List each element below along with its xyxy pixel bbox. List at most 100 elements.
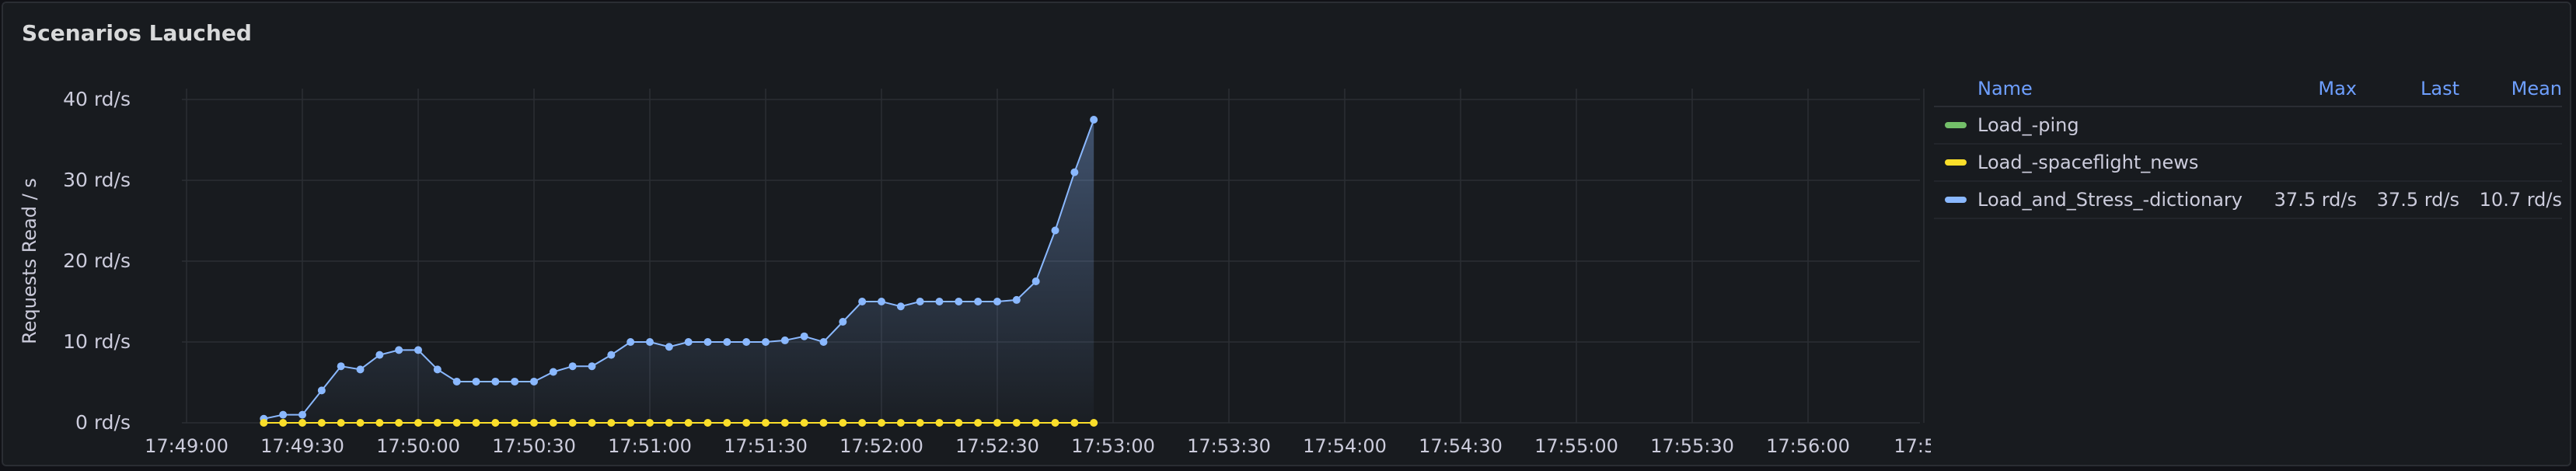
data-point — [684, 338, 693, 346]
series-color-swatch — [1945, 197, 1967, 203]
data-point — [646, 419, 654, 427]
data-point — [935, 298, 944, 305]
line-chart: 0 rd/s 10 rd/s 20 rd/s 30 rd/s 40 rd/s 17:49… — [19, 88, 1931, 457]
data-point — [800, 419, 808, 427]
data-point — [1051, 419, 1059, 427]
data-point — [395, 419, 403, 427]
data-point — [530, 377, 538, 386]
data-point — [607, 351, 616, 359]
x-tick-label: 17:56: — [1894, 435, 1931, 457]
x-tick-label: 17:50:00 — [376, 435, 460, 457]
data-point — [935, 419, 944, 427]
data-point — [452, 377, 461, 386]
data-point — [298, 419, 306, 427]
x-tick-label: 17:51:00 — [608, 435, 692, 457]
data-point — [742, 419, 751, 427]
data-point — [317, 419, 326, 427]
x-tick-label: 17:54:00 — [1303, 435, 1387, 457]
legend-max-value: 37.5 rd/s — [2274, 189, 2357, 211]
x-tick-label: 17:53:00 — [1071, 435, 1155, 457]
x-tick-label: 17:50:30 — [492, 435, 576, 457]
data-point — [684, 419, 693, 427]
data-point — [298, 410, 306, 419]
y-axis-ticks: 0 rd/s 10 rd/s 20 rd/s 30 rd/s 40 rd/s — [63, 88, 131, 434]
series-Load_and_Stress_-dictionary — [260, 116, 1098, 423]
data-point — [395, 346, 403, 354]
data-point — [993, 419, 1001, 427]
x-tick-label: 17:55:00 — [1534, 435, 1618, 457]
data-point — [491, 377, 500, 386]
data-point — [780, 419, 789, 427]
data-point — [549, 368, 557, 376]
data-point — [665, 343, 673, 351]
legend-row-spaceflight-news[interactable]: Load_-spaceflight_news — [1934, 145, 2562, 182]
legend-header-mean[interactable]: Mean — [2459, 78, 2562, 99]
y-tick-label: 30 rd/s — [63, 169, 131, 191]
data-point — [588, 419, 596, 427]
data-point — [375, 351, 384, 359]
y-tick-label: 0 rd/s — [75, 411, 131, 434]
data-point — [955, 298, 963, 305]
data-point — [742, 338, 751, 346]
legend-row-dictionary[interactable]: Load_and_Stress_-dictionary 37.5 rd/s 37… — [1934, 182, 2562, 219]
series-color-swatch — [1945, 122, 1967, 128]
data-point — [839, 419, 847, 427]
data-point — [916, 419, 924, 427]
data-point — [1090, 116, 1098, 124]
data-point — [896, 302, 905, 311]
data-point — [568, 362, 577, 371]
data-point — [762, 338, 770, 346]
data-point — [588, 362, 596, 371]
y-axis-label: Requests Read / s — [19, 178, 40, 344]
data-point — [1070, 419, 1079, 427]
data-point — [414, 346, 422, 354]
data-point — [279, 410, 288, 419]
legend-last-value: 37.5 rd/s — [2376, 189, 2459, 211]
data-point — [858, 419, 867, 427]
x-tick-label: 17:49:30 — [260, 435, 344, 457]
data-point — [414, 419, 422, 427]
legend-series-name[interactable]: Load_and_Stress_-dictionary — [1934, 189, 2248, 211]
x-tick-label: 17:49:00 — [145, 435, 229, 457]
legend-series-label: Load_-spaceflight_news — [1977, 152, 2199, 173]
data-point — [800, 332, 808, 340]
data-point — [607, 419, 616, 427]
data-point — [858, 298, 867, 305]
x-tick-label: 17:52:30 — [955, 435, 1039, 457]
x-tick-label: 17:53:30 — [1187, 435, 1271, 457]
data-point — [375, 419, 384, 427]
series-area-fill — [264, 120, 1094, 423]
legend-row-ping[interactable]: Load_-ping — [1934, 107, 2562, 145]
data-point — [703, 419, 712, 427]
data-point — [1051, 226, 1059, 235]
data-point — [723, 338, 731, 346]
data-point — [1031, 419, 1040, 427]
data-point — [337, 362, 345, 371]
data-point — [472, 419, 480, 427]
legend-mean-value: 10.7 rd/s — [2479, 189, 2562, 211]
data-point — [260, 419, 268, 427]
data-point — [433, 419, 442, 427]
legend-header-last[interactable]: Last — [2357, 78, 2459, 99]
data-point — [279, 419, 288, 427]
x-tick-label: 17:56:00 — [1766, 435, 1850, 457]
x-tick-label: 17:55:30 — [1650, 435, 1734, 457]
legend-table: Name Max Last Mean Load_-ping Load_-spac… — [1934, 72, 2562, 219]
legend-series-label: Load_-ping — [1977, 114, 2079, 136]
legend-series-name[interactable]: Load_-ping — [1934, 114, 2248, 136]
data-point — [1031, 277, 1040, 285]
x-tick-label: 17:51:30 — [724, 435, 808, 457]
y-tick-label: 40 rd/s — [63, 88, 131, 110]
legend-series-name[interactable]: Load_-spaceflight_news — [1934, 152, 2248, 173]
chart-panel: Scenarios Lauched 0 rd/s 10 rd/s 20 rd/s 30… — [2, 2, 2571, 466]
data-point — [356, 365, 365, 374]
data-point — [1090, 419, 1098, 427]
data-point — [511, 377, 519, 386]
legend-header-name[interactable]: Name — [1934, 78, 2248, 99]
data-point — [955, 419, 963, 427]
data-point — [780, 336, 789, 344]
y-tick-label: 10 rd/s — [63, 330, 131, 353]
legend-header-max[interactable]: Max — [2248, 78, 2357, 99]
data-point — [627, 338, 635, 346]
data-point — [1012, 419, 1021, 427]
